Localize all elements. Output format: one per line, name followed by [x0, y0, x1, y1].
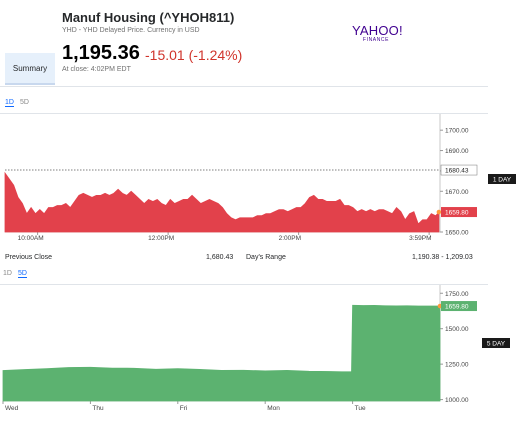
last-price-badge-text: 1659.80: [445, 210, 469, 217]
logo-wordmark: YAHOO!: [352, 23, 403, 38]
quote-price: 1,195.36: [62, 42, 140, 64]
intraday-range-tabs: 1D 5D: [5, 99, 35, 107]
prev-close-label: Previous Close: [5, 254, 53, 261]
x-tick-label: Fri: [180, 405, 188, 412]
fiveday-range-tabs: 1D 5D: [3, 270, 33, 278]
range-tab-5d[interactable]: 5D: [20, 99, 29, 106]
quote-close-time: At close: 4:02PM EDT: [62, 66, 131, 73]
y-tick-label: 1650.00: [445, 230, 469, 237]
x-tick-label: 2:00PM: [279, 235, 301, 242]
y-tick-label: 1690.00: [445, 148, 469, 155]
y-tick-label: 1670.00: [445, 189, 469, 196]
intraday-chart: 1650.001660.001670.001680.001690.001700.…: [4, 114, 516, 242]
x-tick-label: 12:00PM: [148, 235, 174, 242]
range-badge-text: 5 DAY: [487, 341, 506, 348]
x-tick-label: Thu: [92, 405, 104, 412]
last-price-marker: [436, 209, 442, 215]
yahoo-finance-logo: YAHOO! FINANCE: [352, 23, 403, 43]
range-tab-1d[interactable]: 1D: [3, 270, 12, 277]
watermark-logo-sub: FINANCE: [224, 190, 262, 197]
quote-subtitle: YHD - YHD Delayed Price. Currency in USD: [62, 27, 200, 34]
y-tick-label: 1750.00: [445, 291, 469, 298]
y-tick-label: 1700.00: [445, 128, 469, 135]
y-tick-label: 1000.00: [445, 397, 469, 404]
fiveday-chart: 1000.00 1250.00 1500.00 1750.00 Wed Thu Fri Mon…: [2, 285, 510, 412]
quote-change: -15.01 (-1.24%): [145, 47, 243, 63]
previous-close-badge-text: 1680.43: [445, 168, 469, 175]
range-tab-1d[interactable]: 1D: [5, 99, 14, 107]
last-price-badge-text: 1659.80: [445, 304, 469, 311]
day-range-value: 1,190.38 - 1,209.03: [412, 254, 473, 261]
day-range-label: Day's Range: [246, 254, 286, 261]
quote-title: Manuf Housing (^YHOH811): [62, 10, 235, 25]
x-tick-label: 3:59PM: [409, 235, 431, 242]
x-tick-label: Mon: [267, 405, 280, 412]
y-tick-label: 1250.00: [445, 362, 469, 369]
tab-summary[interactable]: Summary: [5, 53, 55, 85]
watermark-logo: YAHOO!: [212, 173, 273, 190]
prev-close-value: 1,680.43: [206, 254, 234, 261]
x-tick-label: Wed: [5, 405, 19, 412]
watermark-logo-sub: FINANCE: [223, 359, 261, 366]
quote-header: Manuf Housing (^YHOH811) YHD - YHD Delay…: [0, 0, 490, 92]
x-tick-label: Tue: [355, 405, 366, 412]
header-divider: [0, 86, 488, 87]
y-tick-label: 1500.00: [445, 326, 469, 333]
range-badge-text: 1 DAY: [493, 177, 512, 184]
stats-row: Previous Close 1,680.43 Day's Range 1,19…: [0, 251, 490, 265]
range-tab-5d[interactable]: 5D: [17, 270, 27, 278]
watermark-logo: YAHOO!: [211, 342, 272, 359]
x-tick-label: 10:00AM: [18, 235, 44, 242]
